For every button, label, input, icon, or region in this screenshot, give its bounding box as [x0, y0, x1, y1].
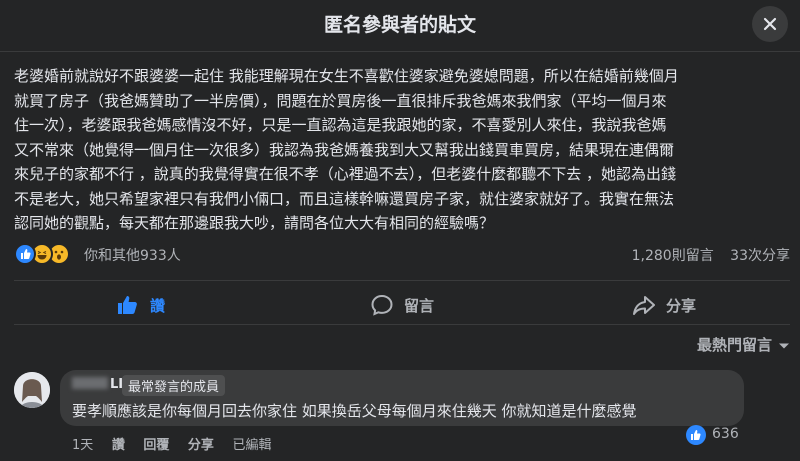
comment-text: 要孝順應該是你每個月回去你家住 如果換岳父母每個月來住幾天 你就知道是什麼感覺 [72, 402, 637, 420]
comment-share-button[interactable]: 分享 [188, 438, 214, 453]
share-label: 分享 [666, 297, 697, 315]
post-text-line: 認同她的觀點，每天都在那邊跟我大吵，請問各位大大有相同的經驗嗎？ [14, 214, 495, 232]
reaction-count: 你和其他933人 [84, 248, 181, 264]
avatar[interactable] [14, 372, 50, 408]
author-name-blurred [72, 377, 108, 389]
comment-sort-label: 最熱門留言 [696, 336, 772, 354]
share-count[interactable]: 33次分享 [730, 248, 790, 264]
dialog-title: 匿名參與者的貼文 [323, 14, 476, 36]
divider [14, 324, 790, 325]
member-badge: 最常發言的成員 [122, 375, 226, 396]
like-label: 讚 [150, 297, 166, 315]
dialog-header: 匿名參與者的貼文 [0, 0, 800, 52]
comment-icon [371, 294, 393, 316]
post-stats: 1,280則留言 33次分享 [620, 245, 790, 265]
post-text-line: 老婆婚前就說好不跟婆婆一起住 我能理解現在女生不喜歡住婆家避免婆媳問題，所以在結… [14, 67, 679, 85]
comment-author[interactable]: LI [72, 377, 123, 392]
post-text-line: 住一次），老婆跟我爸媽感情沒不好，只是一直認為這是我跟她的家，不喜愛別人來住，我… [14, 116, 667, 134]
comment-reaction-count: 636 [712, 426, 739, 442]
comment-bubble: LI 最常發言的成員 要孝順應該是你每個月回去你家住 如果換岳父母每個月來住幾天… [60, 370, 744, 426]
post-text-line: 又不常來（她覺得一個月住一次很多）我認為我爸媽養我到大又幫我出錢買車買房，結果現… [14, 140, 675, 159]
comment-time[interactable]: 1天 [72, 438, 93, 453]
comment-label: 留言 [404, 297, 435, 315]
divider [14, 280, 790, 281]
like-button[interactable]: 讚 [116, 290, 236, 320]
comment-sort-dropdown[interactable]: 最熱門留言 [697, 334, 790, 355]
like-icon [686, 425, 706, 445]
chevron-down-icon [779, 343, 789, 348]
comment-count[interactable]: 1,280則留言 [632, 248, 714, 264]
comment-actions: 1天 讚 回覆 分享 已編輯 [72, 434, 285, 453]
post-text-line: 不是老大，她只希望家裡只有我們小倆口，而且這樣幹嘛還買房子家，就住婆家就好了。我… [14, 189, 675, 208]
share-icon [633, 296, 655, 315]
post-text-line: 來兒子的家都不行 ，說真的我覺得實在很不孝（心裡過不去），但老婆什麼都聽不下去 … [14, 165, 677, 183]
like-icon [118, 296, 137, 314]
post-text-line: 就買了房子（我爸媽贊助了一半房價），問題在於買房後一直很排斥我爸媽來我們家（平均… [14, 91, 667, 110]
comment-button[interactable]: 留言 [370, 290, 490, 320]
post-text: 老婆婚前就說好不跟婆婆一起住 我能理解現在女生不喜歡住婆家避免婆媳問題，所以在結… [14, 64, 790, 236]
close-button[interactable] [752, 6, 788, 42]
like-icon [14, 243, 36, 265]
edited-label: 已編輯 [232, 438, 272, 453]
comment-reply-button[interactable]: 回覆 [143, 438, 169, 453]
share-button[interactable]: 分享 [632, 290, 752, 320]
close-icon [763, 17, 777, 31]
comment-like-button[interactable]: 讚 [112, 438, 125, 453]
